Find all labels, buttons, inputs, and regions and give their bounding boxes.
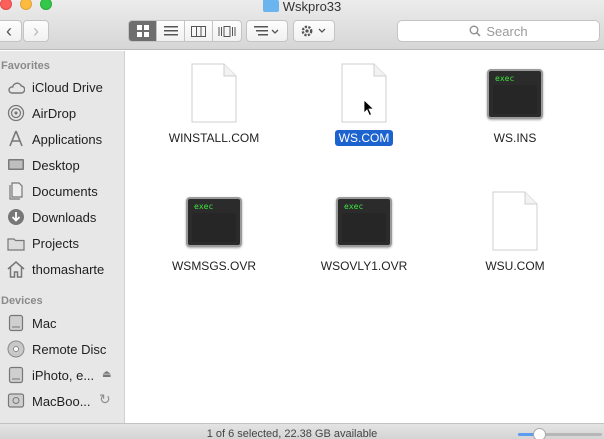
gear-icon bbox=[301, 25, 326, 37]
sidebar-item-label: Projects bbox=[32, 235, 79, 251]
document-icon bbox=[191, 63, 237, 123]
sidebar-item-label: Documents bbox=[32, 183, 98, 199]
grid-icon bbox=[136, 25, 149, 37]
list-icon bbox=[163, 26, 178, 36]
sidebar-item-label: Remote Disc bbox=[32, 341, 107, 357]
file-name: WSMSGS.OVR bbox=[171, 259, 256, 273]
file-name: WS.INS bbox=[493, 131, 537, 145]
column-view-button[interactable] bbox=[185, 21, 213, 41]
sidebar-item-downloads[interactable]: Downloads bbox=[7, 207, 96, 227]
chevron-left-icon: ‹ bbox=[6, 21, 12, 41]
arrange-button[interactable] bbox=[246, 20, 288, 42]
magnifier-icon bbox=[469, 25, 481, 37]
terminal-exec-icon: exec bbox=[186, 197, 242, 247]
folder-icon bbox=[7, 234, 25, 252]
folder-icon bbox=[262, 0, 279, 12]
file-name: WS.COM bbox=[334, 130, 394, 146]
file-item[interactable]: WSU.COM bbox=[450, 187, 580, 274]
sidebar-item-applications[interactable]: Applications bbox=[7, 129, 102, 149]
sidebar: Favorites iCloud Drive AirDrop Applicati… bbox=[0, 51, 125, 423]
exec-label: exec bbox=[495, 74, 515, 83]
status-text: 1 of 6 selected, 22.38 GB available bbox=[206, 428, 378, 439]
status-bar: 1 of 6 selected, 22.38 GB available bbox=[0, 423, 604, 439]
file-item[interactable]: exec WS.INS bbox=[450, 59, 580, 146]
search-field[interactable]: Search bbox=[397, 20, 600, 42]
sidebar-item-documents[interactable]: Documents bbox=[7, 181, 98, 201]
sidebar-item-label: iCloud Drive bbox=[32, 79, 103, 95]
sidebar-item-label: Applications bbox=[32, 131, 103, 147]
applications-icon bbox=[7, 130, 25, 148]
file-item[interactable]: exec WSOVLY1.OVR bbox=[299, 187, 429, 274]
document-icon bbox=[492, 191, 538, 251]
sidebar-item-projects[interactable]: Projects bbox=[7, 233, 79, 253]
drive-icon bbox=[7, 366, 25, 384]
file-name: WSOVLY1.OVR bbox=[320, 259, 408, 273]
sidebar-item-icloud-drive[interactable]: iCloud Drive bbox=[7, 77, 103, 97]
file-item[interactable]: WINSTALL.COM bbox=[149, 59, 279, 146]
list-view-button[interactable] bbox=[157, 21, 185, 41]
sidebar-item-label: Mac bbox=[32, 315, 57, 331]
sidebar-item-label: Desktop bbox=[32, 157, 80, 173]
icon-size-slider[interactable] bbox=[518, 428, 602, 439]
home-icon bbox=[7, 260, 25, 278]
desktop-icon bbox=[7, 156, 25, 174]
cursor-arrow-icon bbox=[363, 99, 375, 117]
back-button[interactable]: ‹ bbox=[0, 20, 22, 42]
exec-label: exec bbox=[344, 202, 364, 211]
coverflow-icon bbox=[218, 25, 236, 37]
file-item-selected[interactable]: WS.COM bbox=[299, 59, 429, 146]
columns-icon bbox=[191, 25, 206, 37]
window-title-text: Wskpro33 bbox=[282, 0, 342, 14]
documents-icon bbox=[7, 182, 25, 200]
sidebar-item-desktop[interactable]: Desktop bbox=[7, 155, 80, 175]
document-icon bbox=[341, 63, 387, 123]
file-icon-view: WINSTALL.COM WS.COM exec WS.INS exec WSM… bbox=[126, 51, 604, 423]
exec-label: exec bbox=[194, 202, 214, 211]
drive-icon bbox=[7, 314, 25, 332]
file-item[interactable]: exec WSMSGS.OVR bbox=[149, 187, 279, 274]
sidebar-item-airdrop[interactable]: AirDrop bbox=[7, 103, 76, 123]
eject-icon[interactable]: ⏏ bbox=[102, 369, 111, 380]
sidebar-item-label: Downloads bbox=[32, 209, 97, 225]
file-name: WINSTALL.COM bbox=[168, 131, 260, 145]
sync-icon: ↻ bbox=[99, 391, 111, 407]
sidebar-item-remote-disc[interactable]: Remote Disc bbox=[7, 339, 106, 359]
terminal-exec-icon: exec bbox=[336, 197, 392, 247]
sidebar-item-iphoto[interactable]: iPhoto, e... bbox=[7, 365, 94, 385]
cloud-icon bbox=[7, 78, 25, 96]
disc-icon bbox=[7, 340, 25, 358]
icon-view-button[interactable] bbox=[129, 21, 157, 41]
forward-button[interactable]: › bbox=[23, 20, 49, 42]
sidebar-item-label: thomasharte bbox=[32, 261, 105, 277]
slider-knob[interactable] bbox=[533, 428, 546, 439]
sidebar-item-macbook[interactable]: MacBoo... bbox=[7, 391, 91, 411]
cover-flow-button[interactable] bbox=[213, 21, 241, 41]
sidebar-header-devices: Devices bbox=[1, 295, 43, 307]
file-name: WSU.COM bbox=[485, 259, 545, 273]
sidebar-item-label: AirDrop bbox=[32, 105, 77, 121]
search-placeholder: Search bbox=[486, 23, 528, 39]
action-button[interactable] bbox=[293, 20, 335, 42]
sidebar-item-label: MacBoo... bbox=[32, 393, 91, 409]
window-title: Wskpro33 bbox=[0, 0, 604, 14]
toolbar: Wskpro33 ‹ › Search bbox=[0, 0, 604, 50]
sidebar-item-mac[interactable]: Mac bbox=[7, 313, 57, 333]
arrange-icon bbox=[254, 26, 279, 36]
airdrop-icon bbox=[7, 104, 25, 122]
terminal-exec-icon: exec bbox=[487, 69, 543, 119]
view-mode-group bbox=[128, 20, 242, 42]
sidebar-header-favorites: Favorites bbox=[1, 60, 50, 72]
downloads-icon bbox=[7, 208, 25, 226]
sidebar-item-home[interactable]: thomasharte bbox=[7, 259, 104, 279]
timemachine-icon bbox=[7, 392, 25, 410]
chevron-right-icon: › bbox=[33, 21, 39, 41]
sidebar-item-label: iPhoto, e... bbox=[32, 367, 95, 383]
